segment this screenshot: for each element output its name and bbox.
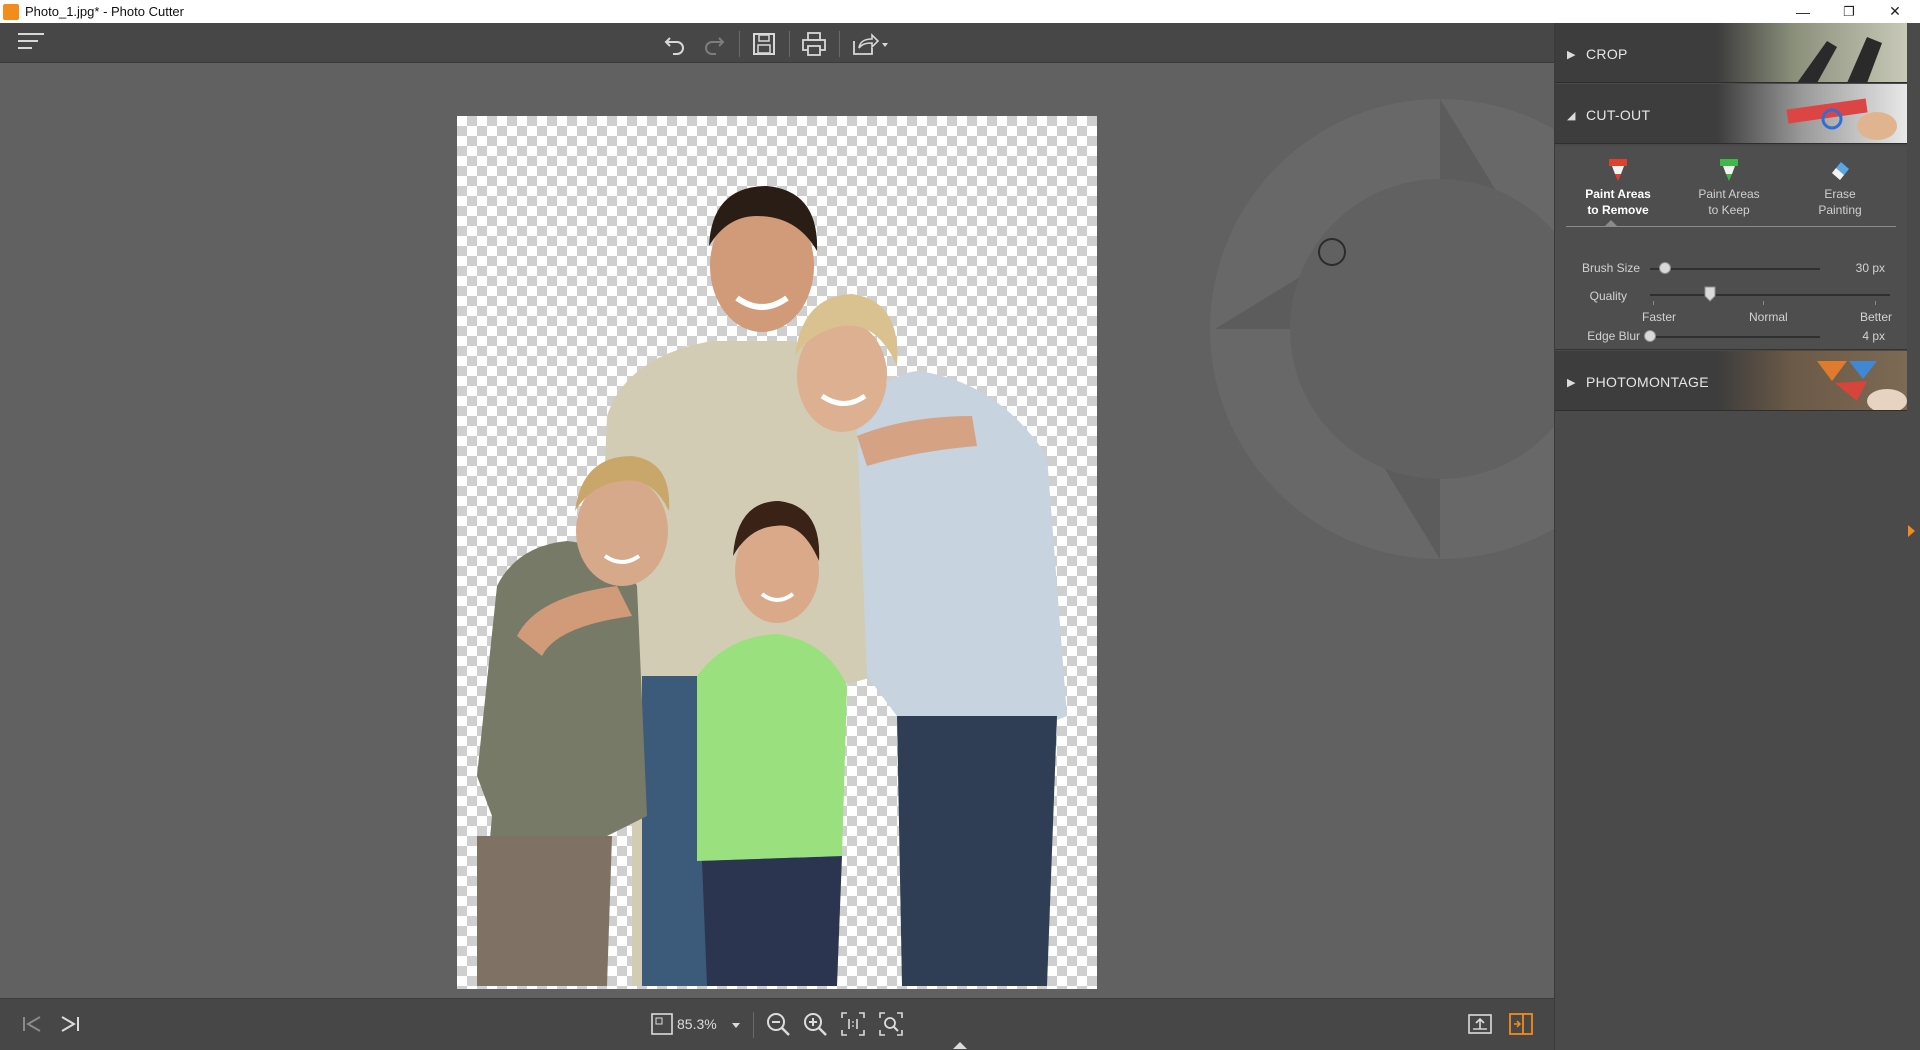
photo-cutout[interactable] bbox=[457, 116, 1097, 989]
tool-label: Paint Areas bbox=[1698, 187, 1760, 201]
undo-icon[interactable] bbox=[660, 29, 690, 59]
panel-toggle-icon[interactable] bbox=[1908, 525, 1915, 537]
collapse-arrow-icon: ◢ bbox=[1567, 110, 1576, 122]
quality-option-better: Better bbox=[1860, 310, 1893, 324]
restore-button[interactable]: ❐ bbox=[1826, 0, 1872, 23]
brush-size-slider[interactable] bbox=[1650, 268, 1820, 270]
menu-icon[interactable] bbox=[18, 33, 44, 53]
share-icon[interactable] bbox=[849, 29, 891, 59]
tools-divider bbox=[1566, 226, 1896, 227]
quality-slider[interactable] bbox=[1650, 294, 1890, 296]
photo-cutter-window: Photo_1.jpg* - Photo Cutter — ❐ ✕ 85.3% … bbox=[0, 0, 1920, 1050]
tool-label: Erase bbox=[1824, 187, 1856, 201]
minimize-button[interactable]: — bbox=[1780, 0, 1826, 23]
red-marker-icon bbox=[1609, 159, 1627, 181]
quality-tick bbox=[1763, 301, 1764, 305]
first-image-icon[interactable] bbox=[18, 1010, 46, 1038]
print-icon[interactable] bbox=[799, 29, 829, 59]
expand-arrow-icon: ▶ bbox=[1567, 377, 1576, 389]
redo-icon[interactable] bbox=[699, 29, 729, 59]
compare-view-icon[interactable] bbox=[1507, 1010, 1535, 1038]
window-title: Photo_1.jpg* - Photo Cutter bbox=[25, 4, 184, 19]
edge-blur-handle[interactable] bbox=[1644, 330, 1656, 342]
edge-blur-value: 4 px bbox=[1862, 329, 1885, 343]
zoom-level[interactable]: 85.3% bbox=[677, 1016, 717, 1032]
import-icon[interactable] bbox=[1466, 1010, 1494, 1038]
quality-handle[interactable] bbox=[1704, 286, 1716, 302]
title-bar: Photo_1.jpg* - Photo Cutter — ❐ ✕ bbox=[0, 0, 1920, 23]
top-toolbar bbox=[0, 23, 1554, 63]
erase-painting-tool[interactable]: Erase Painting bbox=[1795, 156, 1885, 218]
eraser-icon bbox=[1832, 162, 1849, 180]
section-crop[interactable]: ▶ CROP bbox=[1555, 23, 1907, 83]
brush-size-value: 30 px bbox=[1855, 261, 1885, 275]
section-crop-label: CROP bbox=[1586, 46, 1628, 62]
cutout-tools: Paint Areas to Remove Paint Areas to Kee… bbox=[1555, 146, 1907, 350]
brush-size-label: Brush Size bbox=[1581, 261, 1640, 275]
family-photo-image bbox=[477, 186, 1067, 986]
quality-option-normal: Normal bbox=[1749, 310, 1788, 324]
app-logo-icon bbox=[3, 3, 19, 20]
tool-label: Painting bbox=[1818, 203, 1862, 217]
zoom-out-icon[interactable] bbox=[764, 1010, 792, 1038]
paint-keep-tool[interactable]: Paint Areas to Keep bbox=[1684, 156, 1774, 218]
photomontage-banner-image bbox=[1717, 351, 1907, 410]
section-cutout-label: CUT-OUT bbox=[1586, 107, 1651, 123]
toolbar-divider bbox=[839, 31, 840, 57]
toolbar-divider bbox=[739, 31, 740, 57]
bottom-status-bar: 85.3% bbox=[0, 998, 1554, 1050]
next-image-icon[interactable] bbox=[56, 1010, 84, 1038]
close-button[interactable]: ✕ bbox=[1872, 0, 1918, 23]
quality-label: Quality bbox=[1589, 289, 1627, 303]
work-area: 85.3% bbox=[0, 23, 1554, 1050]
zoom-region-icon[interactable] bbox=[877, 1010, 905, 1038]
quality-option-faster: Faster bbox=[1642, 310, 1677, 324]
section-photomontage-label: PHOTOMONTAGE bbox=[1586, 374, 1709, 390]
tool-label: to Remove bbox=[1587, 203, 1649, 217]
section-cutout[interactable]: ◢ CUT-OUT bbox=[1555, 84, 1907, 144]
toolbar-divider bbox=[789, 31, 790, 57]
quality-tick bbox=[1875, 301, 1876, 305]
paint-remove-tool[interactable]: Paint Areas to Remove bbox=[1573, 156, 1663, 218]
aperture-watermark-icon bbox=[1210, 99, 1554, 559]
cutout-banner-image bbox=[1717, 84, 1907, 143]
tool-label: Paint Areas bbox=[1585, 187, 1651, 201]
save-icon[interactable] bbox=[749, 29, 779, 59]
statusbar-divider bbox=[753, 1012, 754, 1038]
actual-size-icon[interactable] bbox=[839, 1010, 867, 1038]
crop-banner-image bbox=[1717, 23, 1907, 82]
section-photomontage[interactable]: ▶ PHOTOMONTAGE bbox=[1555, 351, 1907, 411]
fit-window-icon[interactable] bbox=[648, 1010, 676, 1038]
zoom-dropdown-icon[interactable] bbox=[729, 1010, 743, 1038]
tool-label: to Keep bbox=[1708, 203, 1750, 217]
tools-panel: ▶ CROP ◢ CUT-OUT Paint Areas to Remove P… bbox=[1554, 23, 1920, 1050]
quality-tick bbox=[1653, 301, 1654, 305]
edge-blur-slider[interactable] bbox=[1650, 336, 1820, 338]
expand-arrow-icon: ▶ bbox=[1567, 49, 1576, 61]
image-canvas[interactable] bbox=[0, 64, 1554, 998]
brush-size-handle[interactable] bbox=[1659, 262, 1672, 274]
edge-blur-label: Edge Blur bbox=[1587, 329, 1640, 343]
expand-filmstrip-icon[interactable] bbox=[953, 1042, 967, 1049]
brush-cursor-icon bbox=[1318, 238, 1346, 266]
green-marker-icon bbox=[1720, 159, 1738, 181]
zoom-in-icon[interactable] bbox=[801, 1010, 829, 1038]
